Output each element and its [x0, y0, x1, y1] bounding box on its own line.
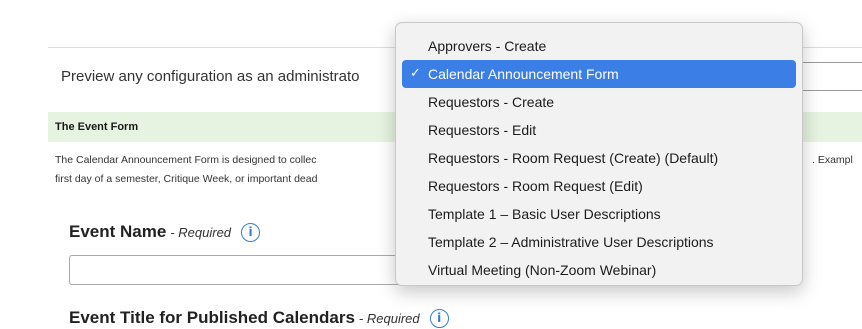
- section-title: The Event Form: [55, 121, 139, 133]
- event-title-label: Event Title for Published Calendars - Re…: [69, 308, 449, 328]
- dropdown-option[interactable]: Template 2 – Administrative User Descrip…: [402, 228, 796, 256]
- dropdown-option[interactable]: Template 1 – Basic User Descriptions: [402, 200, 796, 228]
- section-description-line-1: The Calendar Announcement Form is design…: [55, 154, 317, 166]
- option-label: Requestors - Room Request (Create) (Defa…: [428, 150, 719, 166]
- configuration-dropdown-menu[interactable]: Approvers - Create ✓ Calendar Announcemen…: [395, 22, 803, 286]
- option-label: Requestors - Room Request (Edit): [428, 178, 643, 194]
- option-label: Template 1 – Basic User Descriptions: [428, 206, 661, 222]
- option-label: Virtual Meeting (Non-Zoom Webinar): [428, 262, 657, 278]
- dropdown-option[interactable]: Requestors - Room Request (Create) (Defa…: [402, 144, 796, 172]
- preview-config-label: Preview any configuration as an administ…: [61, 68, 360, 85]
- info-icon[interactable]: i: [429, 308, 449, 328]
- option-label: Requestors - Create: [428, 94, 555, 110]
- required-indicator: - Required: [358, 310, 420, 326]
- required-indicator: - Required: [170, 224, 232, 240]
- event-name-label: Event Name - Required i: [69, 222, 261, 242]
- section-description-tail: . Exampl: [812, 154, 853, 166]
- dropdown-option[interactable]: Approvers - Create: [402, 32, 796, 60]
- event-title-label-text: Event Title for Published Calendars: [69, 308, 355, 327]
- checkmark-icon: ✓: [410, 66, 421, 81]
- dropdown-option[interactable]: Requestors - Create: [402, 88, 796, 116]
- dropdown-option[interactable]: Requestors - Room Request (Edit): [402, 172, 796, 200]
- info-icon[interactable]: i: [241, 222, 261, 242]
- section-description-line-2: first day of a semester, Critique Week, …: [55, 173, 318, 185]
- dropdown-option[interactable]: Requestors - Edit: [402, 116, 796, 144]
- dropdown-option[interactable]: Virtual Meeting (Non-Zoom Webinar): [402, 256, 796, 284]
- option-label: Template 2 – Administrative User Descrip…: [428, 234, 714, 250]
- event-name-input[interactable]: [69, 255, 409, 285]
- option-label: Approvers - Create: [428, 38, 547, 54]
- dropdown-option-selected[interactable]: ✓ Calendar Announcement Form: [402, 60, 796, 88]
- option-label: Requestors - Edit: [428, 122, 537, 138]
- event-name-label-text: Event Name: [69, 222, 167, 241]
- option-label: Calendar Announcement Form: [428, 66, 619, 82]
